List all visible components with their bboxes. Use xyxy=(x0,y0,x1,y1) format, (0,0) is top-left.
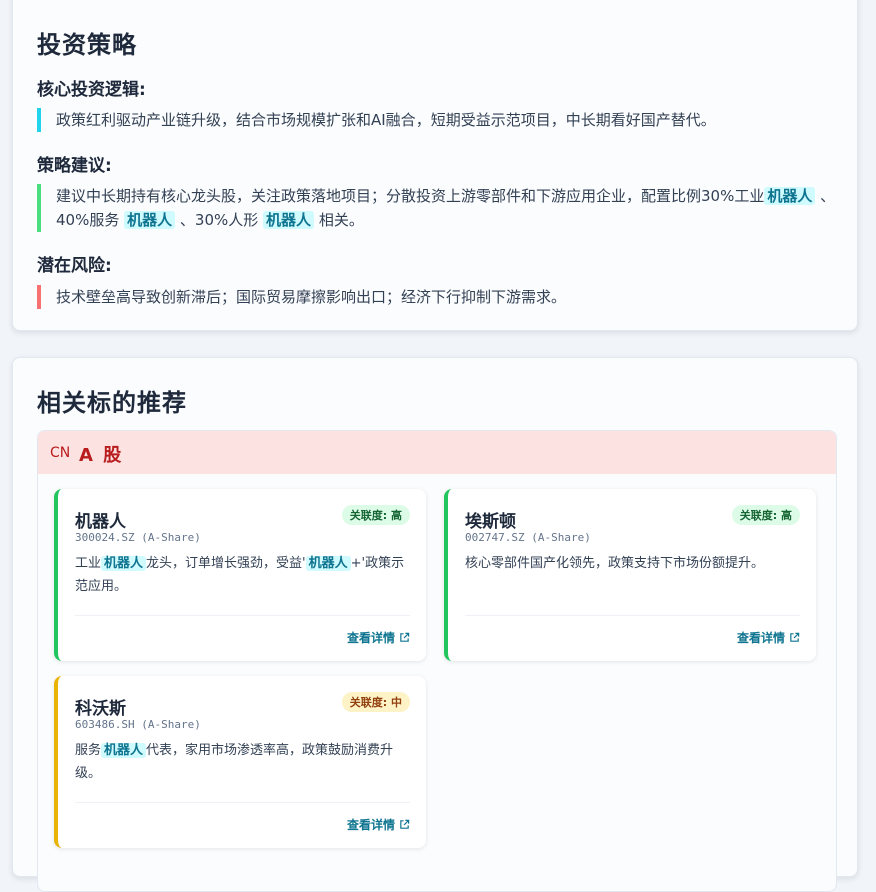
risks-heading: 潜在风险: xyxy=(37,256,112,276)
group-header: CN A 股 xyxy=(38,431,836,474)
desc-text: 服务 xyxy=(75,743,102,758)
divider xyxy=(75,615,410,616)
view-details-label: 查看详情 xyxy=(346,631,395,645)
desc-text: 工业 xyxy=(75,556,102,571)
advice-quote: 建议中长期持有核心龙头股，关注政策落地项目；分散投资上游零部件和下游应用企业，配… xyxy=(37,184,837,232)
stock-code: 002747.SZ (A-Share) xyxy=(465,531,591,544)
stock-name: 科沃斯 xyxy=(75,699,126,719)
advice-text-3: 、30%人形 xyxy=(179,211,259,229)
divider xyxy=(465,615,800,616)
external-link-icon xyxy=(400,632,410,642)
advice-text-4: 相关。 xyxy=(318,211,364,229)
picks-card: 相关标的推荐 CN A 股 机器人 300024.SZ (A-Share) 关联… xyxy=(12,357,858,892)
stock-description: 服务 机器人 代表，家用市场渗透率高，政策鼓励消费升级。 xyxy=(75,739,415,785)
core-logic-text: 政策红利驱动产业链升级，结合市场规模扩张和AI融合，短期受益示范项目，中长期看好… xyxy=(56,111,716,129)
stock-name: 埃斯顿 xyxy=(465,512,516,532)
advice-text-1: 建议中长期持有核心龙头股，关注政策落地项目；分散投资上游零部件和下游应用企业，配… xyxy=(56,187,765,205)
quote-bar xyxy=(37,108,41,132)
strategy-title: 投资策略 xyxy=(37,31,137,59)
quote-bar xyxy=(37,184,41,232)
core-logic-quote: 政策红利驱动产业链升级，结合市场规模扩张和AI融合，短期受益示范项目，中长期看好… xyxy=(37,108,837,132)
keyword-highlight: 机器人 xyxy=(124,211,176,229)
a-share-group: CN A 股 机器人 300024.SZ (A-Share) 关联度: 高 工业… xyxy=(37,430,837,892)
keyword-highlight: 机器人 xyxy=(101,556,147,571)
stock-description: 工业 机器人 龙头，订单增长强劲，受益' 机器人 +'政策示范应用。 xyxy=(75,552,415,598)
view-details-label: 查看详情 xyxy=(346,818,395,832)
view-details-link[interactable]: 查看详情 xyxy=(347,816,410,833)
stock-description: 核心零部件国产化领先，政策支持下市场份额提升。 xyxy=(465,556,765,571)
relevance-badge: 关联度: 高 xyxy=(731,505,800,525)
external-link-icon xyxy=(400,819,410,829)
view-details-label: 查看详情 xyxy=(736,631,785,645)
cn-flag-icon: CN xyxy=(50,445,71,461)
keyword-highlight: 机器人 xyxy=(305,556,351,571)
keyword-highlight: 机器人 xyxy=(263,211,315,229)
risks-text: 技术壁垒高导致创新滞后；国际贸易摩擦影响出口；经济下行抑制下游需求。 xyxy=(56,288,567,306)
stock-code: 603486.SH (A-Share) xyxy=(75,718,201,731)
core-logic-heading: 核心投资逻辑: xyxy=(37,80,146,100)
relevance-badge: 关联度: 高 xyxy=(341,505,410,525)
keyword-highlight: 机器人 xyxy=(764,187,816,205)
advice-heading: 策略建议: xyxy=(37,156,112,176)
quote-bar xyxy=(37,285,41,309)
desc-text: 龙头，订单增长强劲，受益' xyxy=(146,556,306,571)
risks-quote: 技术壁垒高导致创新滞后；国际贸易摩擦影响出口；经济下行抑制下游需求。 xyxy=(37,285,837,309)
divider xyxy=(75,802,410,803)
strategy-card: 投资策略 核心投资逻辑: 政策红利驱动产业链升级，结合市场规模扩张和AI融合，短… xyxy=(12,0,858,331)
picks-title: 相关标的推荐 xyxy=(37,389,187,417)
external-link-icon xyxy=(790,632,800,642)
keyword-highlight: 机器人 xyxy=(101,743,147,758)
stock-card: 埃斯顿 002747.SZ (A-Share) 关联度: 高 核心零部件国产化领… xyxy=(444,489,816,661)
stock-card: 科沃斯 603486.SH (A-Share) 关联度: 中 服务 机器人 代表，家… xyxy=(54,676,426,848)
stock-card: 机器人 300024.SZ (A-Share) 关联度: 高 工业 机器人 龙头，订… xyxy=(54,489,426,661)
stock-code: 300024.SZ (A-Share) xyxy=(75,531,201,544)
view-details-link[interactable]: 查看详情 xyxy=(737,629,800,646)
stock-name: 机器人 xyxy=(75,512,126,532)
view-details-link[interactable]: 查看详情 xyxy=(347,629,410,646)
relevance-badge: 关联度: 中 xyxy=(341,692,410,712)
group-title: A 股 xyxy=(79,445,124,466)
